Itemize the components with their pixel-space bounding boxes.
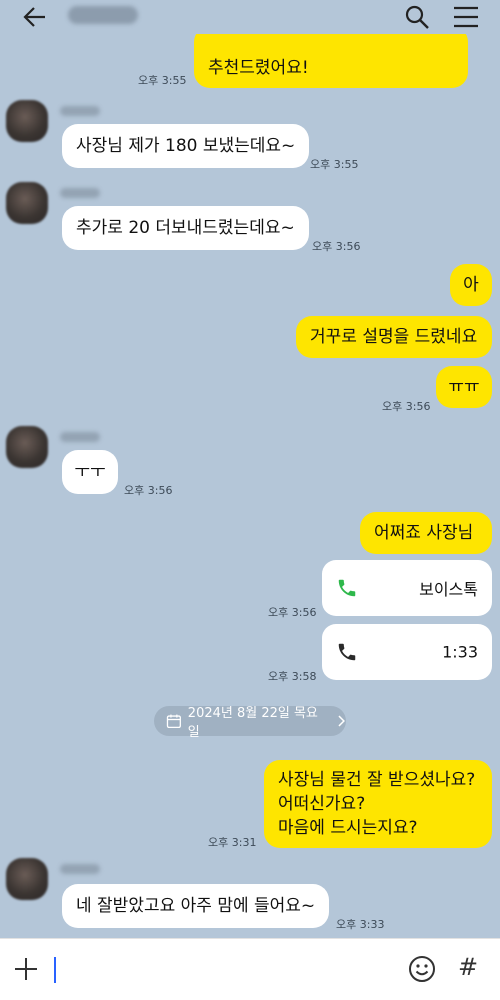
message-time: 오후 3:56: [312, 240, 361, 253]
message-bubble-outgoing[interactable]: 거꾸로 설명을 드렸네요: [296, 316, 492, 358]
message-text: 거꾸로 설명을 드렸네요: [310, 327, 478, 347]
message-input-bar: #: [0, 938, 500, 1000]
calendar-icon: [166, 714, 181, 729]
message-time: 오후 3:56: [268, 606, 317, 619]
sender-name: [60, 188, 100, 198]
message-time: 오후 3:56: [382, 400, 431, 413]
text-input-cursor[interactable]: [54, 957, 56, 983]
chat-room-name: [68, 6, 138, 24]
message-time: 오후 3:58: [268, 670, 317, 683]
message-text: ㅜㅜ: [74, 462, 106, 482]
message-bubble-outgoing[interactable]: 어쩌죠 사장님: [360, 512, 492, 554]
message-text: 아: [463, 275, 479, 295]
message-time: 오후 3:56: [124, 484, 173, 497]
chevron-right-icon: [338, 715, 346, 727]
sender-name: [60, 864, 100, 874]
message-line: 사장님 물건 잘 받으셨나요?: [278, 770, 476, 790]
sender-name: [60, 106, 100, 116]
message-line: 마음에 드시는지요?: [278, 818, 418, 838]
avatar[interactable]: [6, 858, 48, 900]
message-text: 어쩌죠 사장님: [374, 523, 474, 543]
chat-area[interactable]: 추천드렸어요! 오후 3:55 사장님 제가 180 보냈는데요~ 오후 3:5…: [0, 0, 500, 938]
message-time: 오후 3:33: [336, 918, 385, 931]
message-text: 추천드렸어요!: [208, 58, 309, 78]
call-label: 1:33: [442, 642, 478, 662]
avatar[interactable]: [6, 100, 48, 142]
hamburger-menu-icon[interactable]: [452, 4, 480, 30]
message-bubble-incoming[interactable]: ㅜㅜ: [62, 450, 118, 494]
message-bubble-outgoing[interactable]: 추천드렸어요!: [194, 26, 468, 88]
message-time: 오후 3:55: [310, 158, 359, 171]
voice-call-card[interactable]: 보이스톡: [322, 560, 492, 616]
message-line: 어떠신가요?: [278, 794, 366, 814]
plus-icon[interactable]: [14, 957, 38, 981]
message-text: 추가로 20 더보내드렸는데요~: [76, 218, 295, 238]
message-bubble-outgoing[interactable]: 아: [450, 264, 492, 306]
message-text: ㅠㅠ: [448, 377, 480, 397]
avatar[interactable]: [6, 182, 48, 224]
back-arrow-icon[interactable]: [22, 4, 48, 30]
message-bubble-outgoing[interactable]: 사장님 물건 잘 받으셨나요? 어떠신가요? 마음에 드시는지요?: [264, 760, 492, 848]
message-bubble-incoming[interactable]: 네 잘받았고요 아주 맘에 들어요~: [62, 884, 330, 928]
date-text: 2024년 8월 22일 목요일: [187, 706, 318, 740]
message-time: 오후 3:31: [208, 836, 257, 849]
message-time: 오후 3:55: [138, 74, 187, 87]
emoji-icon[interactable]: [408, 955, 436, 983]
message-bubble-incoming[interactable]: 추가로 20 더보내드렸는데요~: [62, 206, 309, 250]
search-icon[interactable]: [404, 4, 430, 30]
phone-icon: [338, 579, 356, 597]
message-bubble-outgoing[interactable]: ㅠㅠ: [436, 366, 492, 408]
message-text: 네 잘받았고요 아주 맘에 들어요~: [76, 896, 316, 916]
date-divider[interactable]: 2024년 8월 22일 목요일: [154, 706, 346, 740]
hashtag-icon[interactable]: #: [458, 953, 478, 981]
avatar[interactable]: [6, 426, 48, 468]
sender-name: [60, 432, 100, 442]
message-bubble-incoming[interactable]: 사장님 제가 180 보냈는데요~: [62, 124, 310, 168]
call-duration-card[interactable]: 1:33: [322, 624, 492, 680]
call-label: 보이스톡: [419, 580, 478, 599]
chat-header: [0, 0, 500, 34]
message-text: 사장님 제가 180 보냈는데요~: [76, 136, 296, 156]
phone-icon: [338, 643, 356, 661]
